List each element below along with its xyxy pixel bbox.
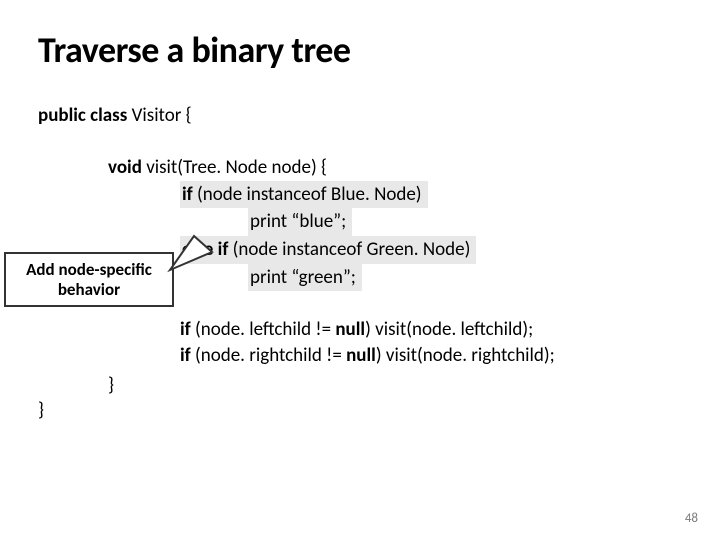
if-line: if (node instanceof Blue. Node) <box>180 181 682 209</box>
recurse-right: if (node. rightchild != null) visit(node… <box>180 343 682 369</box>
print-green-line: print “green”; <box>248 264 682 292</box>
highlight-print-blue: print “blue”; <box>248 208 352 236</box>
page-title: Traverse a binary tree <box>38 28 682 72</box>
left-cond: (node. leftchild != <box>195 318 335 341</box>
class-name: Visitor { <box>132 104 192 127</box>
method-rest: visit(Tree. Node node) { <box>146 156 327 179</box>
left-rest: ) visit(node. leftchild); <box>365 318 533 341</box>
kw-public-class: public class <box>38 104 132 127</box>
print-blue-line: print “blue”; <box>248 208 682 236</box>
kw-null-left: null <box>335 318 365 341</box>
callout-line1: Add node-specific <box>10 260 168 280</box>
slide: Traverse a binary tree public class Visi… <box>0 0 720 540</box>
if-type: Blue. Node) <box>331 183 422 206</box>
recurse-left: if (node. leftchild != null) visit(node.… <box>180 317 682 343</box>
kw-if-left: if <box>180 318 195 341</box>
method-signature: void visit(Tree. Node node) { <box>108 155 682 181</box>
elseif-line: else if (node instanceof Green. Node) <box>180 236 682 264</box>
kw-if: if <box>182 183 197 206</box>
highlight-if: if (node instanceof Blue. Node) <box>180 181 428 209</box>
right-rest: ) visit(node. rightchild); <box>376 344 555 367</box>
recurse-block: if (node. leftchild != null) visit(node.… <box>108 317 682 368</box>
right-cond: (node. rightchild != <box>195 344 346 367</box>
class-declaration: public class Visitor { <box>38 104 682 127</box>
kw-if-right: if <box>180 344 195 367</box>
callout-box: Add node-specific behavior <box>4 252 174 307</box>
close-brace-inner: } <box>108 374 682 397</box>
elseif-type: Green. Node) <box>367 238 471 261</box>
callout-line2: behavior <box>10 280 168 300</box>
page-number: 48 <box>685 511 698 526</box>
kw-void: void <box>108 156 146 179</box>
highlight-print-green: print “green”; <box>248 264 362 292</box>
if-cond: (node instanceof <box>197 183 331 206</box>
close-brace-outer: } <box>38 399 682 422</box>
elseif-cond: (node instanceof <box>233 238 367 261</box>
kw-null-right: null <box>346 344 376 367</box>
highlight-elseif: else if (node instanceof Green. Node) <box>180 236 476 264</box>
